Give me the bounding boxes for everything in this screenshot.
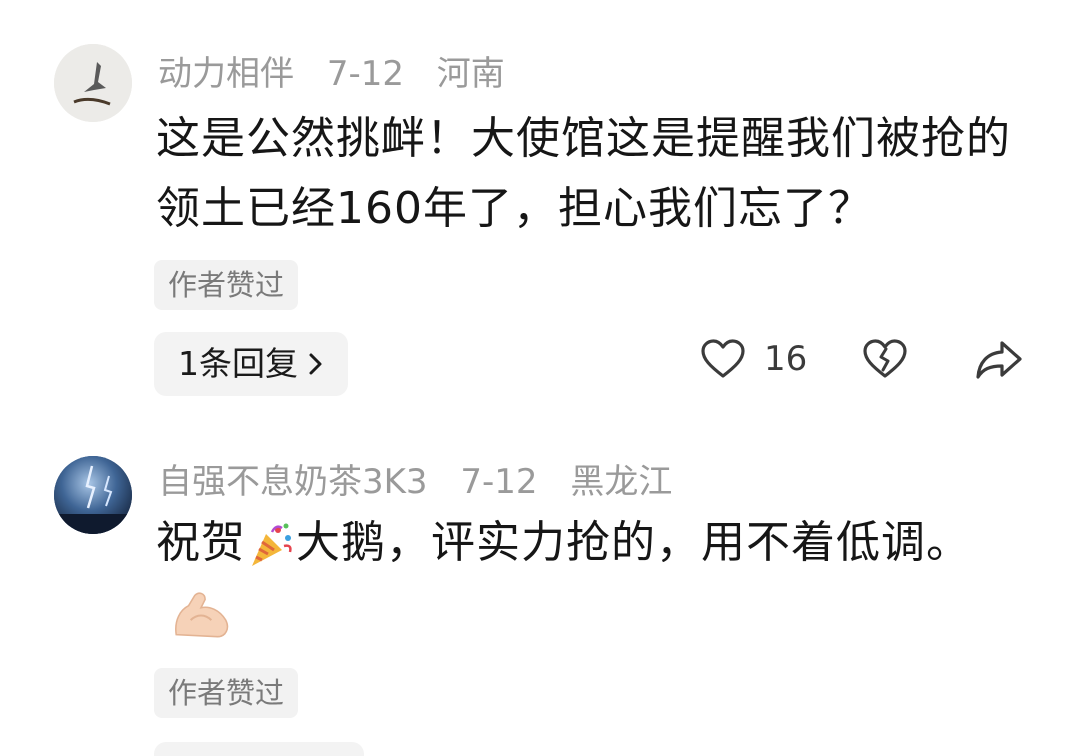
- author-liked-badge: 作者赞过: [154, 668, 299, 718]
- comment-text-part: 大鹅，评实力抢的，用不着低调。: [296, 517, 971, 568]
- dislike-button[interactable]: [862, 338, 908, 380]
- username[interactable]: 自强不息奶茶3K3: [158, 462, 428, 502]
- comment-text: 这是公然挑衅！大使馆这是提醒我们被抢的领土已经160年了，担心我们忘了？: [156, 113, 1011, 234]
- share-button[interactable]: [974, 338, 1024, 382]
- avatar[interactable]: [54, 456, 132, 534]
- like-count: 16: [764, 339, 808, 379]
- comment-date: 7-12: [460, 462, 538, 502]
- avatar[interactable]: [54, 44, 132, 122]
- comment-text: 祝贺 大鹅，评实力抢的，用不着低调。: [156, 508, 1026, 648]
- avatar-image-icon: [54, 456, 132, 534]
- comment-text-part: 祝贺: [156, 517, 246, 568]
- like-button[interactable]: 16: [700, 338, 807, 380]
- next-replies-button-partial[interactable]: [154, 742, 364, 756]
- comment-item: 动力相伴 7-12 河南 这是公然挑衅！大使馆这是提醒我们被抢的领土已经160年…: [0, 0, 1080, 420]
- username[interactable]: 动力相伴: [158, 54, 294, 94]
- share-arrow-icon: [976, 341, 1022, 379]
- comment-meta: 动力相伴 7-12 河南: [158, 54, 527, 94]
- flexed-biceps-icon: [175, 592, 229, 638]
- comment-item: 自强不息奶茶3K3 7-12 黑龙江 祝贺 大鹅，评实力抢的，用不着低调。 作者…: [0, 420, 1080, 756]
- comment-location: 黑龙江: [570, 462, 673, 502]
- avatar-image-icon: [54, 44, 132, 122]
- comment-date: 7-12: [326, 54, 404, 94]
- broken-heart-icon: [863, 339, 907, 378]
- comment-actions: 16: [0, 338, 1080, 394]
- heart-outline-icon: [701, 339, 745, 378]
- party-popper-icon: [252, 523, 292, 566]
- author-liked-badge: 作者赞过: [154, 260, 299, 310]
- comment-location: 河南: [436, 54, 505, 94]
- comment-meta: 自强不息奶茶3K3 7-12 黑龙江: [158, 462, 694, 502]
